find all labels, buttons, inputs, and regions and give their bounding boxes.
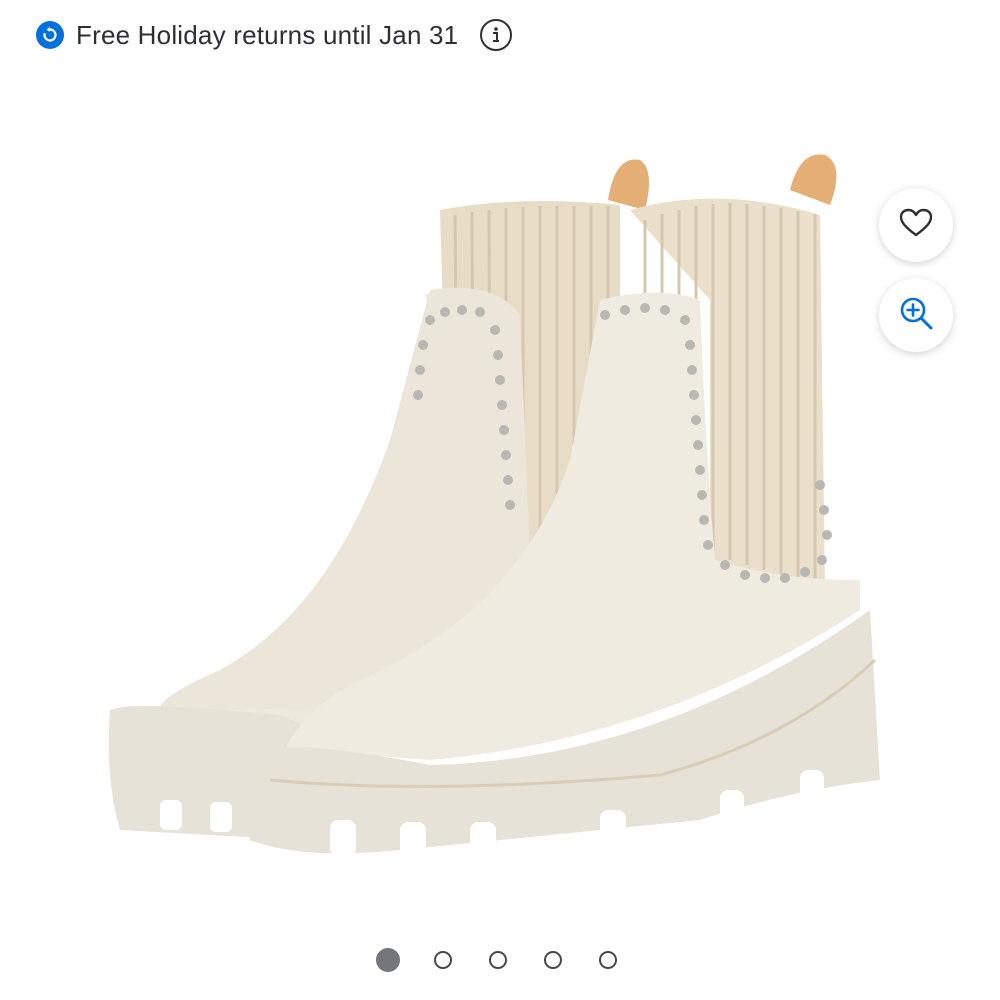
carousel-dot-4[interactable] — [544, 951, 562, 969]
carousel-dot-2[interactable] — [434, 951, 452, 969]
return-arrow-icon — [36, 21, 64, 49]
info-icon[interactable] — [480, 19, 513, 51]
image-carousel-dots — [376, 948, 617, 972]
returns-banner: Free Holiday returns until Jan 31 — [36, 14, 513, 56]
returns-banner-text: Free Holiday returns until Jan 31 — [76, 19, 459, 50]
heart-icon — [899, 208, 933, 243]
product-image[interactable] — [100, 140, 920, 870]
product-page: Free Holiday returns until Jan 31 — [0, 0, 1000, 1000]
carousel-dot-1[interactable] — [376, 948, 400, 972]
carousel-dot-3[interactable] — [489, 951, 507, 969]
zoom-button[interactable] — [879, 278, 953, 352]
carousel-dot-5[interactable] — [599, 951, 617, 969]
zoom-in-icon — [898, 295, 934, 336]
favorite-button[interactable] — [879, 188, 953, 262]
